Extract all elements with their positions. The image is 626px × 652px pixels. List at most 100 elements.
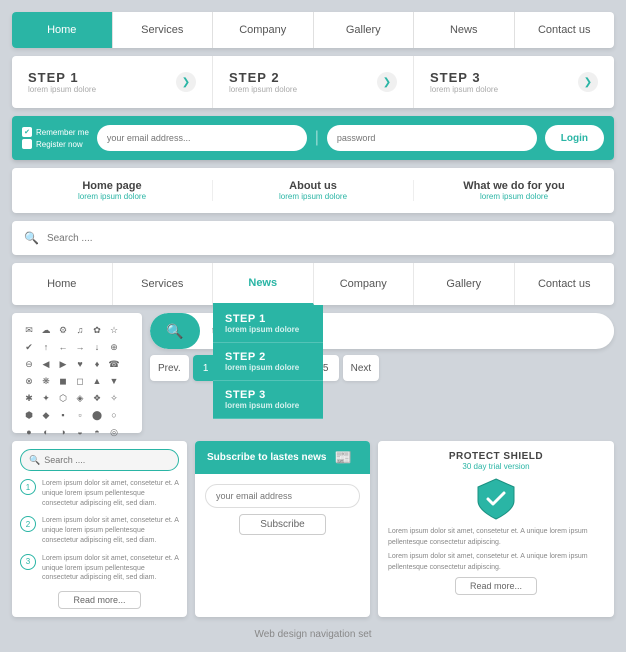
- subscribe-button[interactable]: Subscribe: [239, 514, 325, 535]
- shield-read-more-button[interactable]: Read more...: [455, 577, 537, 595]
- icon-minus-circle[interactable]: ⊖: [22, 357, 36, 371]
- what-we-do-link[interactable]: What we do for you lorem ipsum dolore: [414, 180, 614, 201]
- search-button-2[interactable]: 🔍: [150, 313, 200, 349]
- shield-sub: 30 day trial version: [388, 462, 604, 471]
- about-us-link[interactable]: About us lorem ipsum dolore: [213, 180, 414, 201]
- icon-circle[interactable]: ○: [107, 408, 121, 422]
- nav1-news[interactable]: News: [414, 12, 515, 48]
- email-input[interactable]: [97, 125, 307, 151]
- dd-step-3[interactable]: STEP 3 lorem ipsum dolore: [213, 381, 323, 419]
- icon-x-circle[interactable]: ⊗: [22, 374, 36, 388]
- step-2-arrow: ❯: [377, 72, 397, 92]
- icon-square-fill[interactable]: ◼: [56, 374, 70, 388]
- icon-sparkle2[interactable]: ✧: [107, 391, 121, 405]
- icon-music[interactable]: ♫: [73, 323, 87, 337]
- list-search-input[interactable]: [44, 455, 170, 465]
- step-1-sub: lorem ipsum dolore: [28, 85, 96, 94]
- icon-triangle-down[interactable]: ▼: [107, 374, 121, 388]
- register-checkbox[interactable]: [22, 139, 32, 149]
- list-read-more-button[interactable]: Read more...: [58, 591, 140, 609]
- icon-hex2[interactable]: ⬢: [22, 408, 36, 422]
- icon-check[interactable]: ✔: [22, 340, 36, 354]
- nav1-gallery[interactable]: Gallery: [314, 12, 415, 48]
- remember-me-label: Remember me: [36, 128, 89, 137]
- icon-star[interactable]: ☆: [107, 323, 121, 337]
- search-input-1[interactable]: [47, 233, 602, 244]
- dd-step-1-title: STEP 1: [225, 313, 311, 325]
- step-3[interactable]: STEP 3 lorem ipsum dolore ❯: [414, 56, 614, 108]
- icon-gear[interactable]: ⚙: [56, 323, 70, 337]
- icon-diamond3[interactable]: ◆: [39, 408, 53, 422]
- login-checkboxes: ✔ Remember me Register now: [22, 127, 89, 149]
- steps-bar: STEP 1 lorem ipsum dolore ❯ STEP 2 lorem…: [12, 56, 614, 108]
- icon-down[interactable]: ↓: [90, 340, 104, 354]
- subscribe-header: Subscribe to lastes news 📰: [195, 441, 370, 474]
- icon-plus-circle[interactable]: ⊕: [107, 340, 121, 354]
- remember-me-row[interactable]: ✔ Remember me: [22, 127, 89, 137]
- nav2-services[interactable]: Services: [113, 263, 214, 305]
- icon-back[interactable]: ◀: [39, 357, 53, 371]
- nav-bar-2-wrapper: Home Services News STEP 1 lorem ipsum do…: [12, 263, 614, 305]
- list-item-3: 3 Lorem ipsum dolor sit amet, consetetur…: [20, 554, 179, 583]
- dd-step-2-title: STEP 2: [225, 351, 311, 363]
- step-1[interactable]: STEP 1 lorem ipsum dolore ❯: [12, 56, 213, 108]
- icon-up[interactable]: ↑: [39, 340, 53, 354]
- nav1-home[interactable]: Home: [12, 12, 113, 48]
- nav1-contact[interactable]: Contact us: [515, 12, 615, 48]
- nav2-home[interactable]: Home: [12, 263, 113, 305]
- home-links-bar: Home page lorem ipsum dolore About us lo…: [12, 168, 614, 213]
- nav1-company[interactable]: Company: [213, 12, 314, 48]
- nav2-news[interactable]: News STEP 1 lorem ipsum dolore STEP 2 lo…: [213, 263, 314, 305]
- register-row[interactable]: Register now: [22, 139, 89, 149]
- icon-phone[interactable]: ☎: [107, 357, 121, 371]
- icon-target[interactable]: ◎: [107, 425, 121, 439]
- home-page-title: Home page: [22, 180, 202, 192]
- icon-diamond[interactable]: ♦: [90, 357, 104, 371]
- list-text-3: Lorem ipsum dolor sit amet, consetetur e…: [42, 554, 179, 583]
- icon-hex[interactable]: ⬡: [56, 391, 70, 405]
- dd-step-1[interactable]: STEP 1 lorem ipsum dolore: [213, 305, 323, 343]
- icon-forward[interactable]: ▶: [56, 357, 70, 371]
- icon-half-circle[interactable]: ◐: [39, 425, 53, 439]
- nav2-contact[interactable]: Contact us: [515, 263, 615, 305]
- icon-sm-square[interactable]: ▪: [56, 408, 70, 422]
- home-page-link[interactable]: Home page lorem ipsum dolore: [12, 180, 213, 201]
- icon-half-circle4[interactable]: ◓: [90, 425, 104, 439]
- icon-diamond2[interactable]: ◈: [73, 391, 87, 405]
- nav2-company[interactable]: Company: [314, 263, 415, 305]
- next-button[interactable]: Next: [343, 355, 380, 381]
- icon-left[interactable]: ←: [56, 340, 70, 354]
- icon-heart[interactable]: ♥: [73, 357, 87, 371]
- icon-sparkle[interactable]: ✦: [39, 391, 53, 405]
- icon-half-circle3[interactable]: ◒: [73, 425, 87, 439]
- nav1-services[interactable]: Services: [113, 12, 214, 48]
- step-2[interactable]: STEP 2 lorem ipsum dolore ❯: [213, 56, 414, 108]
- icon-asterisk2[interactable]: ✱: [22, 391, 36, 405]
- dd-step-2[interactable]: STEP 2 lorem ipsum dolore: [213, 343, 323, 381]
- home-page-sub: lorem ipsum dolore: [22, 192, 202, 201]
- bottom-row: 🔍 1 Lorem ipsum dolor sit amet, consetet…: [12, 441, 614, 617]
- icon-email[interactable]: ✉: [22, 323, 36, 337]
- icon-dot[interactable]: ⬤: [90, 408, 104, 422]
- icon-sm-square2[interactable]: ▫: [73, 408, 87, 422]
- icon-asterisk[interactable]: ❋: [39, 374, 53, 388]
- login-button[interactable]: Login: [545, 125, 604, 151]
- nav2-gallery[interactable]: Gallery: [414, 263, 515, 305]
- shield-svg: [476, 477, 516, 521]
- icon-half-circle2[interactable]: ◑: [56, 425, 70, 439]
- icon-flower[interactable]: ✿: [90, 323, 104, 337]
- dd-step-3-sub: lorem ipsum dolore: [225, 401, 311, 410]
- icon-square[interactable]: ◻: [73, 374, 87, 388]
- icon-triangle-up[interactable]: ▲: [90, 374, 104, 388]
- prev-button[interactable]: Prev.: [150, 355, 189, 381]
- subscribe-email-input[interactable]: [205, 484, 360, 508]
- icon-right[interactable]: →: [73, 340, 87, 354]
- search-bar-1: 🔍: [12, 221, 614, 255]
- icon-cloud[interactable]: ☁: [39, 323, 53, 337]
- icon-circle-fill[interactable]: ●: [22, 425, 36, 439]
- subscribe-icon: 📰: [335, 449, 352, 466]
- remember-me-checkbox[interactable]: ✔: [22, 127, 32, 137]
- icon-cross[interactable]: ❖: [90, 391, 104, 405]
- password-input[interactable]: [327, 125, 537, 151]
- list-widget: 🔍 1 Lorem ipsum dolor sit amet, consetet…: [12, 441, 187, 617]
